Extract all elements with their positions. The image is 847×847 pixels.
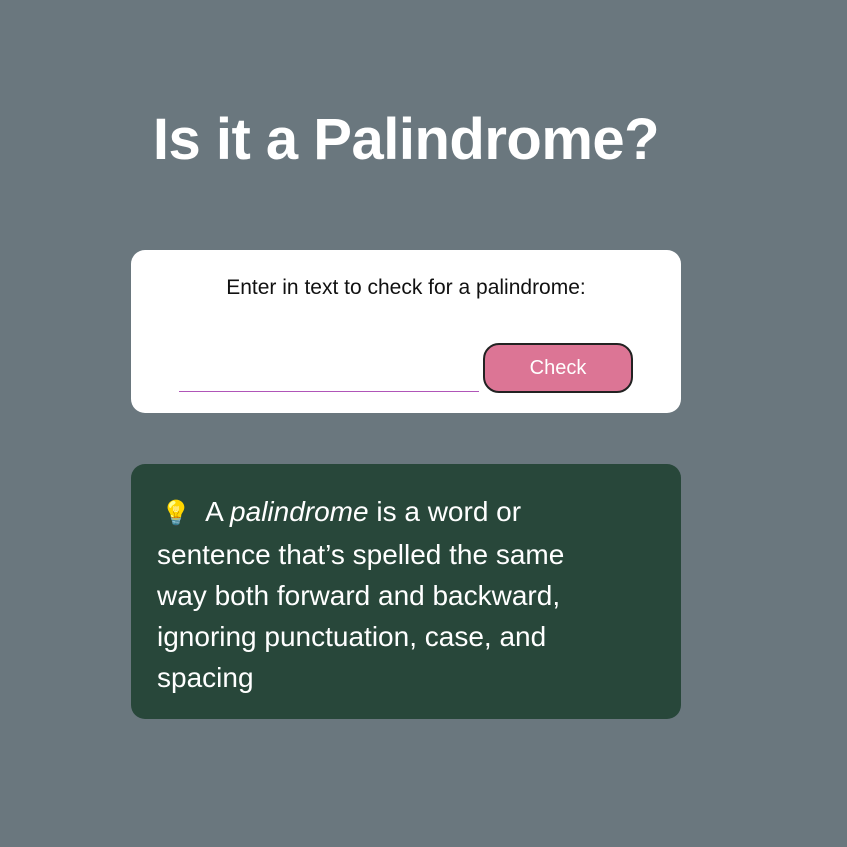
lightbulb-icon: 💡 xyxy=(161,500,191,527)
check-button[interactable]: Check xyxy=(483,343,633,393)
input-label: Enter in text to check for a palindrome: xyxy=(226,276,586,299)
page-title: Is it a Palindrome? xyxy=(152,107,660,172)
info-text: 💡 A palindrome is a word or sentence tha… xyxy=(157,491,621,698)
info-prefix: A xyxy=(205,496,223,527)
info-card: 💡 A palindrome is a word or sentence tha… xyxy=(131,464,681,719)
info-term: palindrome xyxy=(230,496,369,527)
text-input[interactable] xyxy=(179,352,479,392)
